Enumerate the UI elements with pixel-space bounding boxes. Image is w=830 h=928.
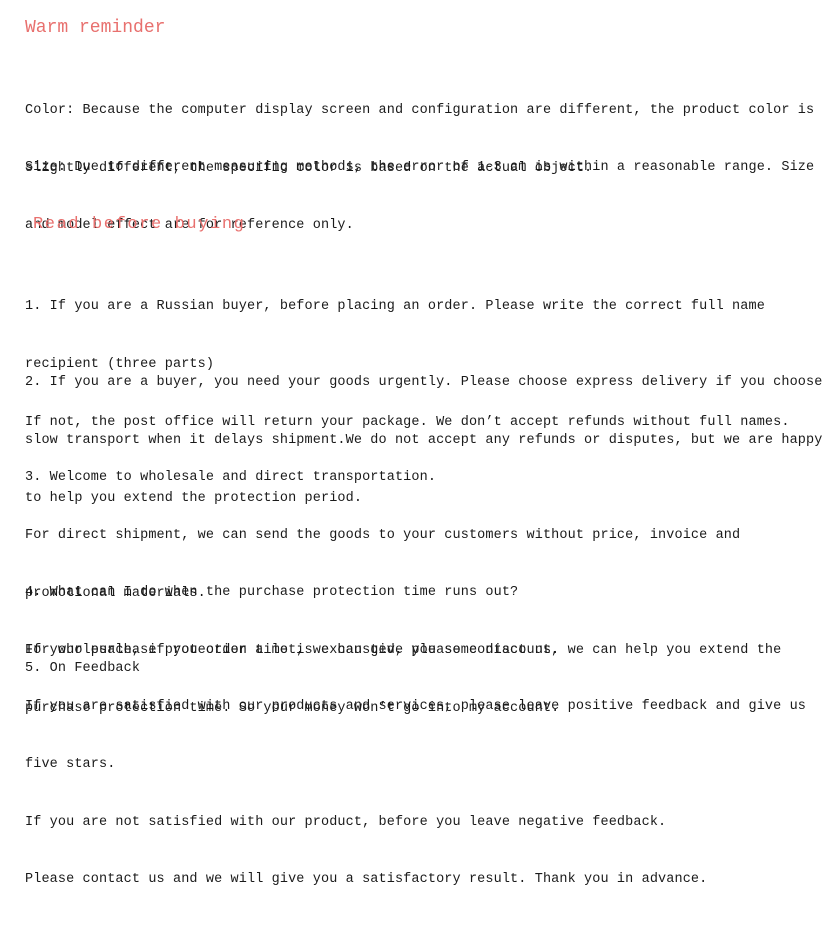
size-disclaimer-line-1: Size: Due to different measuring methods… xyxy=(25,160,815,176)
color-disclaimer-line-1: Color: Because the computer display scre… xyxy=(25,103,815,119)
policy-item-1-line-1: 1. If you are a Russian buyer, before pl… xyxy=(25,299,765,315)
policy-item-4-line-1: 4. What can I do when the purchase prote… xyxy=(25,585,519,601)
policy-item-3-line-2: For direct shipment, we can send the goo… xyxy=(25,528,741,544)
policy-item-2-line-1: 2. If you are a buyer, you need your goo… xyxy=(25,375,823,391)
policy-item-5-block: If you are satisfied with our products a… xyxy=(25,659,806,928)
policy-item-5-line-4: Please contact us and we will give you a… xyxy=(25,872,708,888)
warm-reminder-heading: Warm reminder xyxy=(25,18,166,38)
size-disclaimer-block: Size: Due to different measuring methods… xyxy=(25,120,814,274)
policy-item-3-line-1: 3. Welcome to wholesale and direct trans… xyxy=(25,470,437,486)
product-policy-page: Warm reminder Color: Because the compute… xyxy=(0,0,830,887)
policy-item-5-line-1: If you are satisfied with our products a… xyxy=(25,699,807,715)
policy-item-5-line-3: If you are not satisfied with our produc… xyxy=(25,814,667,830)
read-before-buying-heading: Read before buying xyxy=(33,215,246,234)
policy-item-5-line-2: five stars. xyxy=(25,757,116,773)
